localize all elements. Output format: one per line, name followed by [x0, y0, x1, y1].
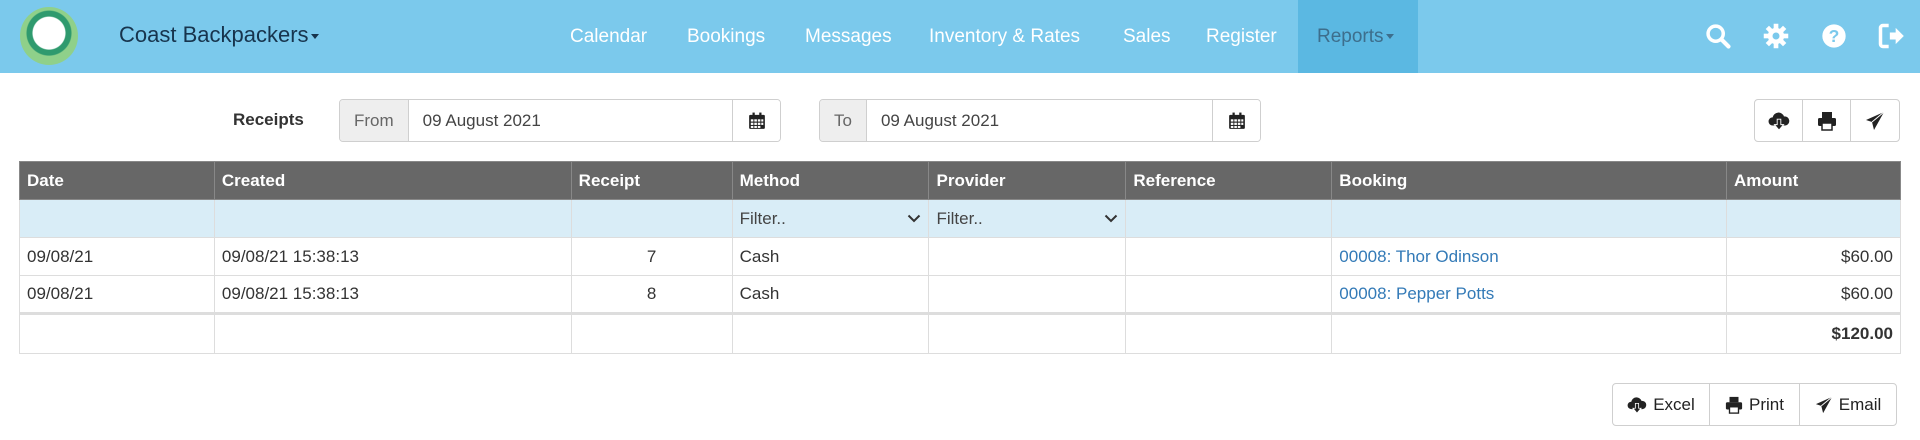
col-receipt[interactable]: Receipt: [570, 161, 733, 200]
caret-down-icon: [310, 33, 319, 39]
cell-booking: 00008: Pepper Potts: [1331, 275, 1728, 314]
send-icon: [1866, 111, 1885, 130]
filter-row: Filter.. Filter..: [19, 199, 1901, 238]
cell-provider: [928, 275, 1127, 314]
from-date-group: From 09 August 2021: [339, 99, 781, 142]
col-provider[interactable]: Provider: [928, 161, 1127, 200]
nav-register[interactable]: Register: [1206, 0, 1277, 73]
report-title: Receipts: [233, 110, 304, 129]
col-reference[interactable]: Reference: [1125, 161, 1333, 200]
cell-method: Cash: [731, 237, 930, 276]
cell-created: 09/08/21 15:38:13: [213, 237, 572, 276]
total-amount: $120.00: [1726, 312, 1901, 354]
cell-amount: $60.00: [1726, 275, 1901, 314]
nav-sales[interactable]: Sales: [1123, 0, 1171, 73]
from-calendar-button[interactable]: [732, 100, 780, 141]
property-switcher[interactable]: Coast Backpackers: [119, 22, 319, 48]
cell-receipt: 7: [570, 237, 733, 276]
property-name: Coast Backpackers: [119, 22, 309, 47]
email-icon-button[interactable]: [1851, 100, 1899, 141]
col-date[interactable]: Date: [19, 161, 215, 200]
brand-logo[interactable]: [20, 7, 78, 65]
provider-filter-select[interactable]: Filter..: [928, 199, 1127, 238]
table-row: 09/08/21 09/08/21 15:38:13 8 Cash 00008:…: [19, 275, 1901, 314]
email-button[interactable]: Email: [1800, 384, 1896, 425]
to-date-group: To 09 August 2021: [819, 99, 1261, 142]
nav-bookings[interactable]: Bookings: [687, 0, 765, 73]
top-export-group: [1754, 99, 1900, 142]
nav-reports-label: Reports: [1317, 26, 1384, 47]
booking-link[interactable]: 00008: Pepper Potts: [1339, 284, 1494, 303]
print-icon: [1817, 111, 1836, 131]
chevron-down-icon: [908, 214, 921, 223]
to-calendar-button[interactable]: [1212, 100, 1260, 141]
gear-icon[interactable]: [1762, 22, 1790, 50]
excel-label: Excel: [1653, 394, 1695, 414]
print-icon-button[interactable]: [1803, 100, 1851, 141]
help-icon[interactable]: ?: [1820, 22, 1848, 50]
from-label: From: [340, 100, 409, 141]
excel-button[interactable]: Excel: [1613, 384, 1710, 425]
download-button[interactable]: [1755, 100, 1803, 141]
method-filter-value: Filter..: [739, 208, 786, 228]
table-row: 09/08/21 09/08/21 15:38:13 7 Cash 00008:…: [19, 237, 1901, 276]
print-button[interactable]: Print: [1710, 384, 1800, 425]
chevron-down-icon: [1105, 214, 1118, 223]
search-icon[interactable]: [1704, 22, 1732, 50]
cell-provider: [928, 237, 1127, 276]
nav-inventory-rates[interactable]: Inventory & Rates: [929, 0, 1080, 73]
from-date-input[interactable]: 09 August 2021: [408, 100, 732, 141]
nav-calendar[interactable]: Calendar: [570, 0, 647, 73]
nav-messages[interactable]: Messages: [805, 0, 892, 73]
cell-date: 09/08/21: [19, 275, 215, 314]
total-row: $120.00: [19, 312, 1901, 354]
email-label: Email: [1838, 394, 1882, 414]
cell-reference: [1125, 237, 1333, 276]
bottom-export-group: Excel Print Email: [1612, 383, 1897, 426]
cell-receipt: 8: [570, 275, 733, 314]
print-icon: [1725, 396, 1743, 414]
receipts-table: Date Created Receipt Method Provider Ref…: [19, 161, 1901, 354]
cloud-download-icon: [1627, 396, 1647, 414]
send-icon: [1815, 396, 1833, 413]
col-created[interactable]: Created: [213, 161, 572, 200]
calendar-icon: [748, 112, 765, 129]
booking-link[interactable]: 00008: Thor Odinson: [1339, 247, 1498, 266]
logout-icon[interactable]: [1877, 22, 1905, 50]
col-booking[interactable]: Booking: [1331, 161, 1728, 200]
cloud-download-icon: [1768, 112, 1789, 131]
cell-amount: $60.00: [1726, 237, 1901, 276]
nav-reports[interactable]: Reports: [1298, 0, 1418, 73]
calendar-icon: [1228, 112, 1245, 129]
col-method[interactable]: Method: [731, 161, 930, 200]
provider-filter-value: Filter..: [936, 208, 983, 228]
cell-date: 09/08/21: [19, 237, 215, 276]
cell-reference: [1125, 275, 1333, 314]
cell-created: 09/08/21 15:38:13: [213, 275, 572, 314]
cell-method: Cash: [731, 275, 930, 314]
to-date-input[interactable]: 09 August 2021: [866, 100, 1212, 141]
svg-text:?: ?: [1829, 26, 1840, 46]
cell-booking: 00008: Thor Odinson: [1331, 237, 1728, 276]
col-amount[interactable]: Amount: [1726, 161, 1901, 200]
caret-down-icon: [1385, 34, 1394, 40]
print-label: Print: [1749, 394, 1784, 414]
top-navbar: Coast Backpackers Calendar Bookings Mess…: [0, 0, 1920, 73]
method-filter-select[interactable]: Filter..: [731, 199, 930, 238]
to-label: To: [820, 100, 867, 141]
table-header-row: Date Created Receipt Method Provider Ref…: [19, 161, 1901, 200]
